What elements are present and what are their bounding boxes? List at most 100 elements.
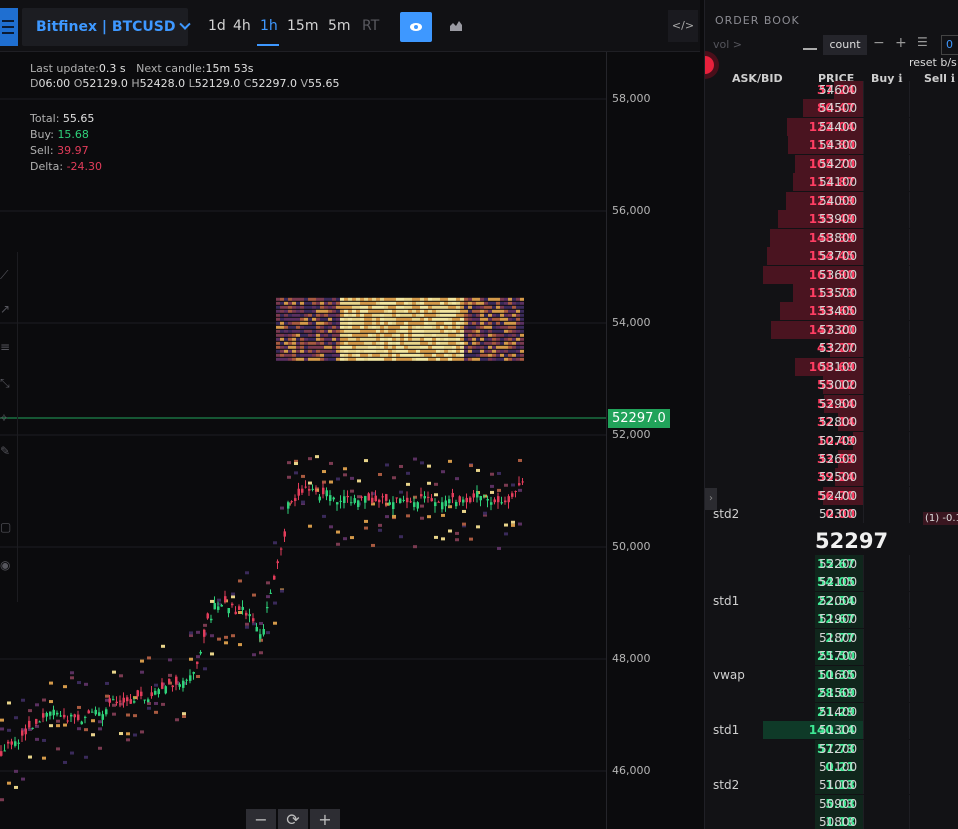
heat-cell [413,545,417,549]
liquidity-cell [300,349,304,353]
ask-row[interactable]: 53.54 52900 [705,394,958,413]
bid-row[interactable]: std1 140.14 51300 [705,721,958,740]
ray-tool-icon[interactable]: ↗ [0,302,14,316]
minus-icon[interactable]: − [873,35,885,51]
col-divider [863,431,864,450]
timeframe-5m[interactable]: 5m [328,18,351,34]
code-toggle-icon[interactable]: </> [668,10,698,42]
volume-filter-input[interactable]: vol > [713,38,742,51]
liquidity-cell [364,329,368,333]
timeframe-15m[interactable]: 15m [287,18,318,34]
bid-row[interactable]: 12.67 51900 [705,610,958,629]
ask-row[interactable]: 122.59 54000 [705,191,958,210]
liquidity-cell [352,301,356,305]
heat-cell [63,760,67,764]
candle-body [507,496,510,503]
price-axis[interactable]: 58,000 56,000 54,000 52,000 50,000 48,00… [606,52,704,829]
ask-row[interactable]: 32.14 52800 [705,413,958,432]
timeframe-1d[interactable]: 1d [208,18,226,34]
path-tool-icon[interactable]: ⤡ [0,376,14,390]
ask-row[interactable]: 112.87 54100 [705,173,958,192]
bid-row[interactable]: 57.73 51200 [705,739,958,758]
ask-row[interactable]: 147.20 53300 [705,320,958,339]
zoom-reset-button[interactable]: ⟳ [278,809,308,829]
ask-row[interactable]: 43.27 53200 [705,339,958,358]
liquidity-cell [284,297,288,301]
ask-row[interactable]: 105.70 54200 [705,154,958,173]
reset-buy-sell-button[interactable]: reset b/s [909,56,957,69]
symbol-selector[interactable]: Bitfinex | BTCUSD [22,8,192,46]
timeframe-4h[interactable]: 4h [233,18,251,34]
ask-row[interactable]: 154.45 53700 [705,247,958,266]
ask-row[interactable]: 37.24 54600 [705,81,958,99]
liquidity-cell [492,297,496,301]
col-divider [863,117,864,136]
liquidity-cell [288,337,292,341]
timeframe-rt[interactable]: RT [362,18,379,34]
lock-icon[interactable]: ▢ [0,520,14,534]
ask-row[interactable]: 135.49 53900 [705,210,958,229]
area-chart-icon[interactable] [448,17,464,33]
ask-row[interactable]: 122.04 54400 [705,117,958,136]
liquidity-cell [460,337,464,341]
ask-row[interactable]: 80.47 54500 [705,99,958,118]
liquidity-cell [380,357,384,361]
bid-row[interactable]: std2 1.13 51000 [705,776,958,795]
liquidity-cell [428,317,432,321]
line-tool-icon[interactable]: ⟋ [0,268,14,282]
liquidity-cell [488,353,492,357]
zoom-in-button[interactable]: + [310,809,340,829]
liquidity-cell [356,317,360,321]
ask-row[interactable]: 113.73 53500 [705,283,958,302]
ask-row[interactable]: 56.70 52400 [705,486,958,505]
ask-row[interactable]: 10.49 52700 [705,431,958,450]
bid-row[interactable]: 2.77 51800 [705,628,958,647]
bid-row[interactable]: std1 22.54 52000 [705,591,958,610]
bid-row[interactable]: 28.69 51500 [705,684,958,703]
precision-field[interactable]: 0 [941,35,958,55]
liquidity-cell [420,349,424,353]
heat-cell [322,514,326,518]
bid-row[interactable]: 21.29 51400 [705,702,958,721]
bid-row[interactable]: 1.18 50800 [705,813,958,829]
bid-row[interactable]: vwap 10.35 51600 [705,665,958,684]
zoom-out-button[interactable]: − [246,809,276,829]
liquidity-cell [288,321,292,325]
bid-row[interactable]: 15.67 52200 [705,555,958,573]
bid-row[interactable]: 5.03 50900 [705,794,958,813]
bid-row[interactable]: 0.21 51100 [705,757,958,776]
bid-row[interactable]: 54.05 52100 [705,573,958,592]
ask-row[interactable]: 133.65 53400 [705,302,958,321]
price-chart[interactable]: Last update:0.3 s Next candle:15m 53s D0… [0,52,606,829]
liquidity-cell [440,357,444,361]
ask-row[interactable]: 148.39 53800 [705,228,958,247]
settings-list-icon[interactable]: ☰ [917,35,928,49]
count-button[interactable]: count [823,35,867,55]
heat-cell [210,652,214,656]
expand-panel-icon[interactable]: › [705,488,717,510]
heat-cell [210,599,214,603]
ask-row[interactable]: 39.24 52500 [705,468,958,487]
ask-row[interactable]: std2 0.00 52300 [705,505,958,524]
ask-row[interactable]: 33.53 52600 [705,450,958,468]
brush-tool-icon[interactable]: ⟡ [0,410,14,424]
liquidity-cell [312,325,316,329]
ask-row[interactable]: 55.12 53000 [705,376,958,395]
hamburger-menu-icon[interactable] [0,8,18,46]
heat-cell [427,464,431,468]
col-divider [909,628,910,647]
ask-row[interactable]: 119.80 54300 [705,136,958,155]
ask-row[interactable]: 161.90 53600 [705,265,958,284]
plus-icon[interactable]: + [895,35,907,51]
eye-icon[interactable] [400,12,432,42]
bid-row[interactable]: 25.50 51700 [705,647,958,666]
ask-row[interactable]: 108.69 53100 [705,357,958,376]
visibility-icon[interactable]: ◉ [0,558,14,572]
depth-chart-icon[interactable] [803,39,817,50]
liquidity-cell [340,301,344,305]
pencil-tool-icon[interactable]: ✎ [0,444,14,458]
timeframe-1h[interactable]: 1h [260,18,278,34]
fib-tool-icon[interactable]: ≡ [0,340,14,354]
col-divider [863,555,864,573]
liquidity-cell [360,337,364,341]
